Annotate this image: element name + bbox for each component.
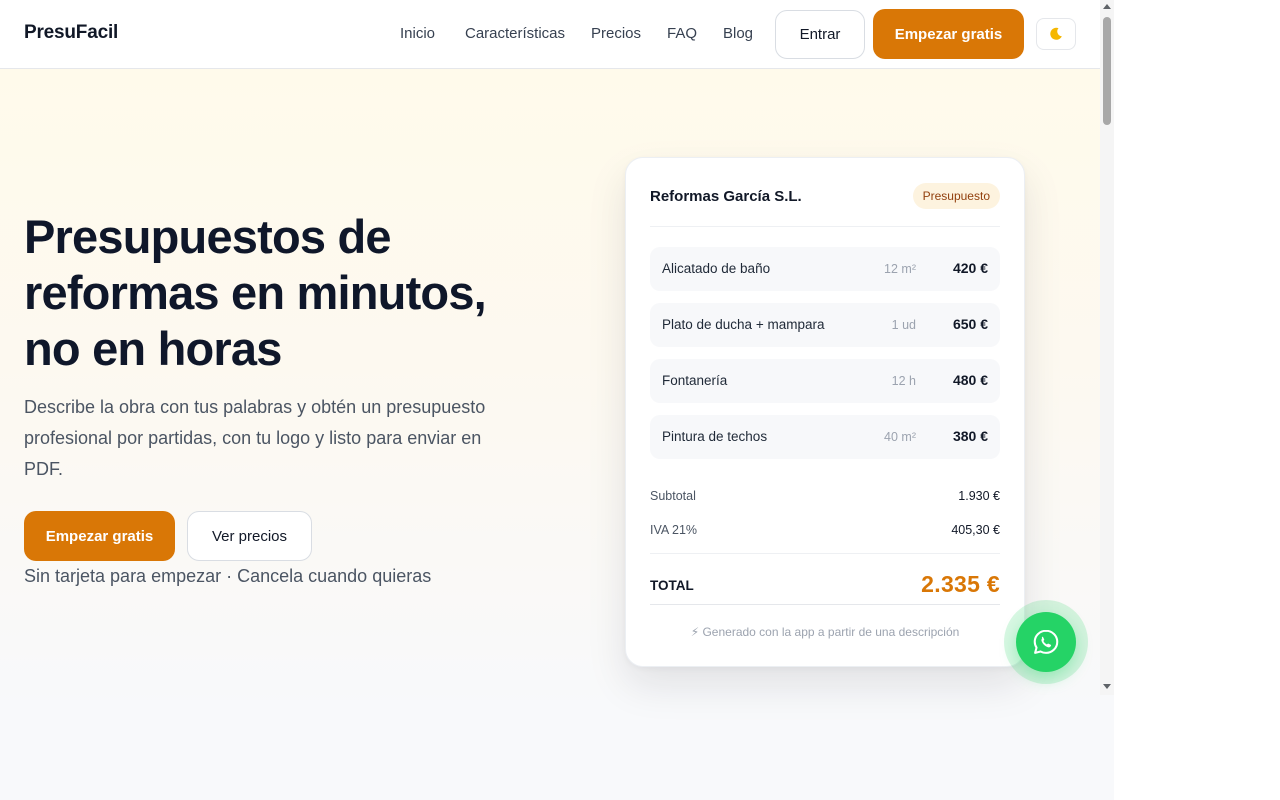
- total-value: 2.335 €: [921, 571, 1000, 597]
- nav-blog[interactable]: Blog: [723, 25, 753, 42]
- vat-row: IVA 21% 405,30 €: [650, 523, 1000, 537]
- line-item-quantity: 12 h: [891, 374, 916, 388]
- quote-preview-card: Reformas García S.L. Presupuesto Alicata…: [625, 157, 1025, 667]
- quote-line-item: Alicatado de baño 12 m² 420 €: [650, 247, 1000, 291]
- hero-section: Presupuestos de reformas en minutos, no …: [0, 69, 1100, 709]
- line-item-name: Alicatado de baño: [662, 261, 771, 276]
- nav-inicio[interactable]: Inicio: [400, 25, 435, 42]
- site-header: PresuFacil Inicio Características Precio…: [0, 0, 1100, 69]
- vat-value: 405,30 €: [951, 523, 1000, 537]
- nav-precios[interactable]: Precios: [591, 25, 641, 42]
- theme-toggle-button[interactable]: [1036, 18, 1076, 50]
- vat-label: IVA 21%: [650, 523, 698, 537]
- subtotal-label: Subtotal: [650, 489, 696, 503]
- see-prices-button[interactable]: Ver precios: [187, 511, 312, 561]
- card-divider: [650, 604, 1000, 605]
- line-item-price: 380 €: [952, 428, 988, 444]
- line-item-price: 420 €: [952, 260, 988, 276]
- card-divider: [650, 553, 1000, 554]
- quote-status-badge: Presupuesto: [912, 183, 1000, 209]
- line-item-quantity: 12 m²: [884, 262, 916, 276]
- moon-icon: [1050, 27, 1062, 40]
- scrollbar-thumb[interactable]: [1103, 17, 1111, 125]
- login-button[interactable]: Entrar: [775, 10, 865, 59]
- quote-line-item: Fontanería 12 h 480 €: [650, 359, 1000, 403]
- line-item-name: Plato de ducha + mampara: [662, 317, 825, 332]
- scroll-up-arrow-icon[interactable]: [1103, 4, 1111, 9]
- line-item-price: 480 €: [952, 372, 988, 388]
- nav-faq[interactable]: FAQ: [667, 25, 697, 42]
- subtotal-row: Subtotal 1.930 €: [650, 489, 1000, 503]
- card-footer-note: ⚡ Generado con la app a partir de una de…: [690, 625, 960, 639]
- line-item-name: Fontanería: [662, 373, 728, 388]
- total-label: TOTAL: [650, 578, 694, 593]
- header-start-free-button[interactable]: Empezar gratis: [873, 9, 1024, 59]
- vertical-scrollbar[interactable]: [1100, 0, 1114, 695]
- card-divider: [650, 226, 1000, 227]
- brand-logo[interactable]: PresuFacil: [24, 22, 118, 44]
- window-background: [1114, 0, 1280, 800]
- line-item-name: Pintura de techos: [662, 429, 768, 444]
- hero-start-free-button[interactable]: Empezar gratis: [24, 511, 175, 561]
- hero-subtitle: Describe la obra con tus palabras y obté…: [24, 397, 486, 479]
- line-item-quantity: 40 m²: [884, 430, 916, 444]
- quote-line-item: Plato de ducha + mampara 1 ud 650 €: [650, 303, 1000, 347]
- line-item-price: 650 €: [952, 316, 988, 332]
- whatsapp-button[interactable]: [1016, 612, 1076, 672]
- hero-title: Presupuestos de reformas en minutos, no …: [24, 210, 487, 375]
- scroll-down-arrow-icon[interactable]: [1103, 684, 1111, 689]
- quote-company-name: Reformas García S.L.: [650, 188, 802, 205]
- page-viewport: PresuFacil Inicio Características Precio…: [0, 0, 1100, 800]
- subtotal-value: 1.930 €: [958, 489, 1000, 503]
- hero-note: Sin tarjeta para empezar · Cancela cuand…: [24, 566, 432, 586]
- line-item-quantity: 1 ud: [891, 318, 916, 332]
- whatsapp-icon: [1033, 629, 1059, 654]
- quote-line-item: Pintura de techos 40 m² 380 €: [650, 415, 1000, 459]
- nav-caracteristicas[interactable]: Características: [465, 25, 565, 42]
